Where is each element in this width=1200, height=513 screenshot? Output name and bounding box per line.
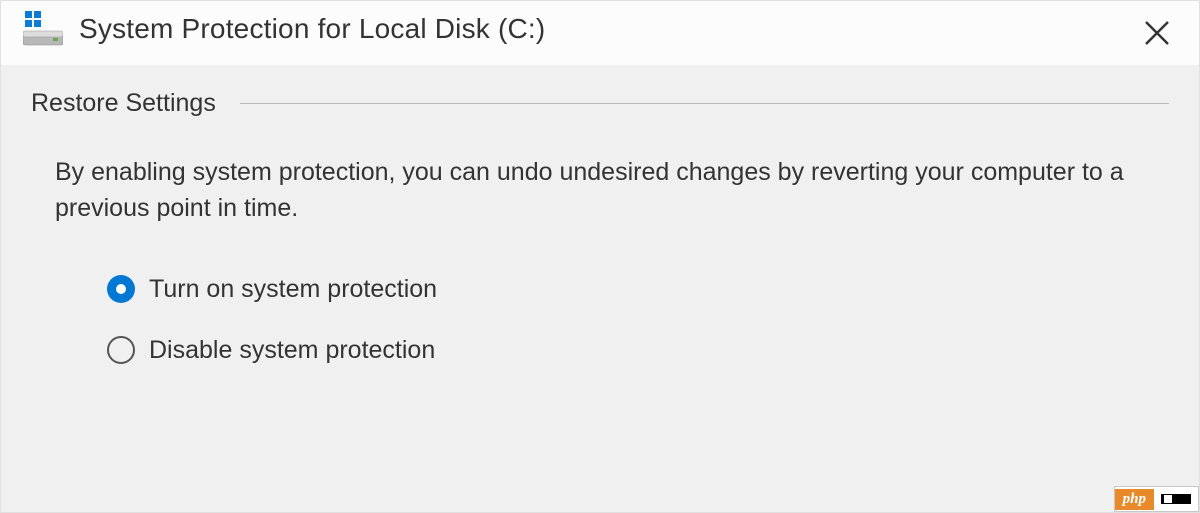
radio-unselected-icon [107,336,135,364]
titlebar: System Protection for Local Disk (C:) [1,1,1199,65]
radio-disable-label: Disable system protection [149,336,435,365]
dialog-title: System Protection for Local Disk (C:) [79,13,545,45]
dialog-content: Restore Settings By enabling system prot… [1,65,1199,365]
radio-disable[interactable]: Disable system protection [107,336,1169,365]
drive-icon [23,11,63,47]
section-header: Restore Settings [31,89,1169,118]
section-divider [240,103,1169,104]
radio-selected-icon [107,275,135,303]
dialog-window: System Protection for Local Disk (C:) Re… [0,0,1200,513]
watermark-logo-icon [1154,487,1198,511]
watermark-text: php [1115,489,1154,510]
watermark: php [1114,486,1199,512]
radio-group-protection: Turn on system protection Disable system… [107,275,1169,365]
radio-turn-on-label: Turn on system protection [149,275,437,304]
close-icon [1143,19,1171,47]
radio-turn-on[interactable]: Turn on system protection [107,275,1169,304]
section-heading: Restore Settings [31,89,216,118]
close-button[interactable] [1139,15,1175,51]
section-description: By enabling system protection, you can u… [55,154,1139,227]
